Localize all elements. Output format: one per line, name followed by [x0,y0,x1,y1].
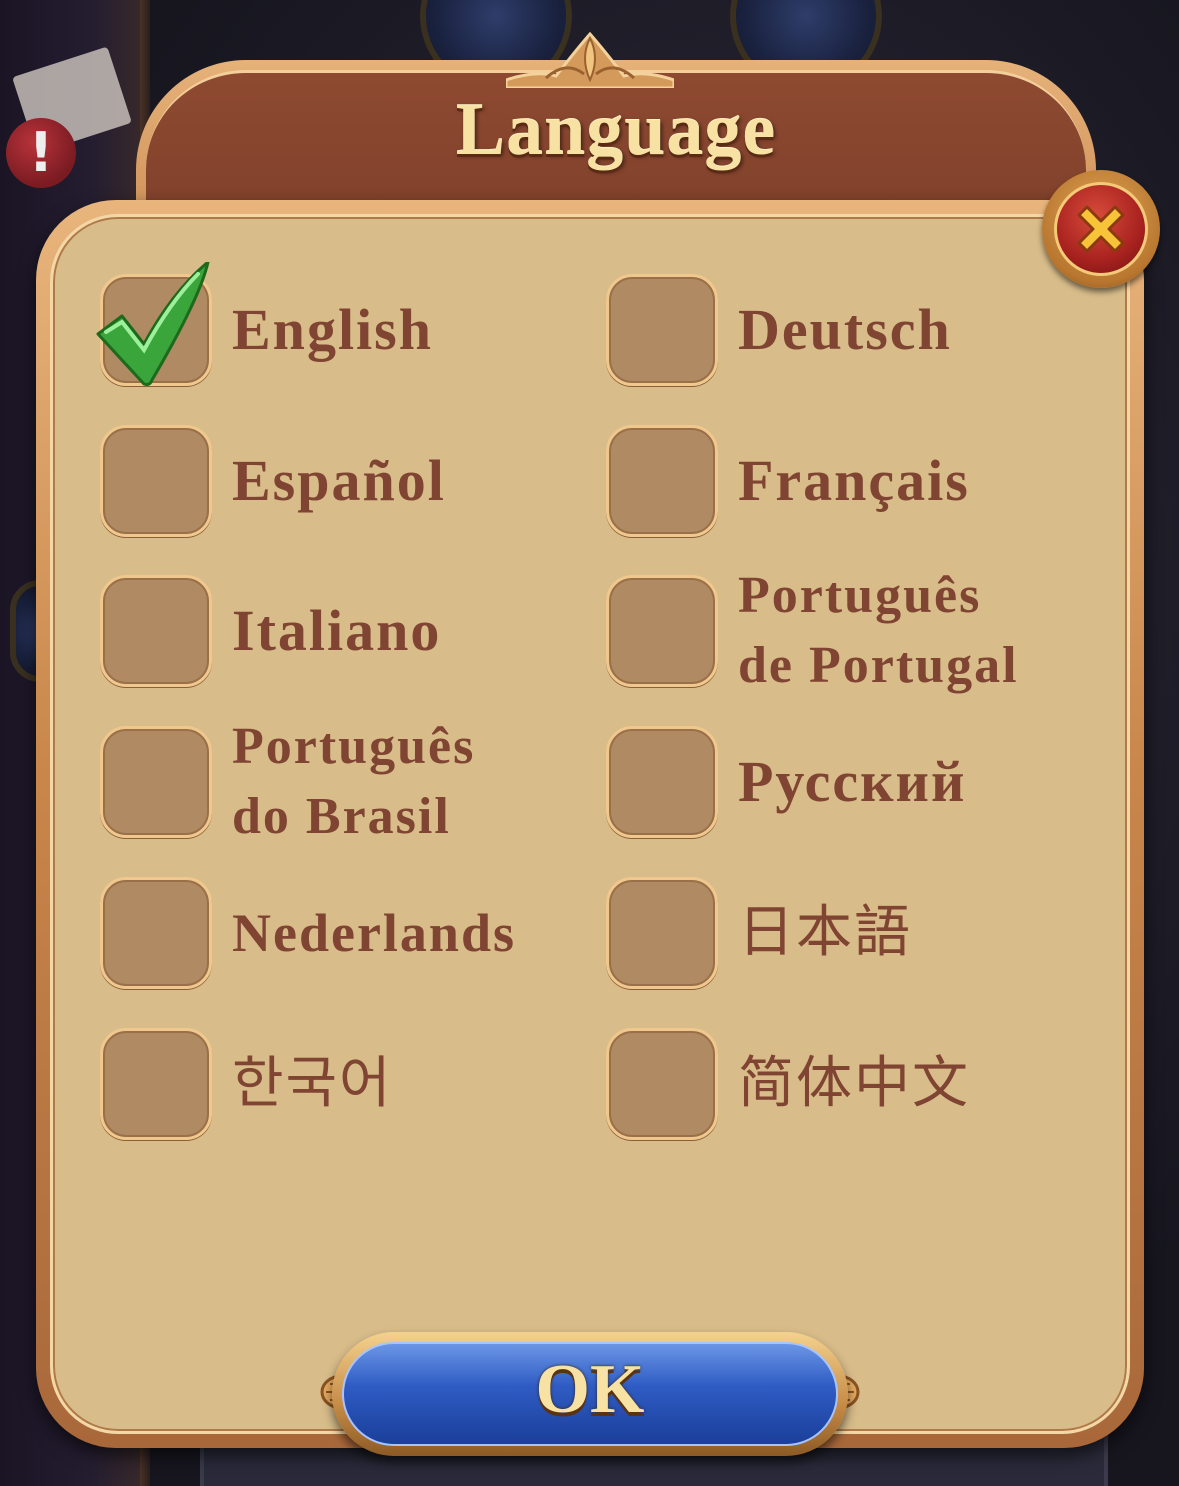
checkbox[interactable] [100,425,212,537]
language-option-english[interactable]: English [96,262,560,386]
language-option-espanol[interactable]: Español [100,425,560,537]
language-label: Deutsch [738,297,952,362]
language-option-italiano[interactable]: Italiano [100,575,560,687]
checkbox[interactable] [100,726,212,838]
checkbox[interactable] [100,575,212,687]
language-label: Nederlands [232,903,517,963]
checkbox[interactable] [606,274,718,386]
checkbox[interactable] [606,425,718,537]
language-option-russian[interactable]: Русский [606,726,1076,838]
language-dialog: Language English Deutsch Español Françai… [36,30,1160,1456]
checkbox[interactable] [606,726,718,838]
language-label: Italiano [232,598,442,663]
checkbox[interactable] [606,575,718,687]
language-label: Português do Brasil [232,718,476,845]
ok-button-label: OK [535,1351,645,1428]
checkbox[interactable] [100,1028,212,1140]
language-option-deutsch[interactable]: Deutsch [606,274,1076,386]
language-option-korean[interactable]: 한국어 [100,1028,560,1140]
ok-button[interactable]: OK [332,1332,848,1456]
dialog-title: Language [455,89,777,171]
title-ornament-icon [506,31,674,88]
language-option-nederlands[interactable]: Nederlands [100,877,560,989]
language-label: 한국어 [232,1051,393,1116]
language-label: Русский [738,749,967,814]
language-label: 日本語 [738,900,912,965]
checkbox[interactable] [606,1028,718,1140]
game-screen: ! Language English Deutsch Español Franç… [0,0,1179,1486]
language-option-japanese[interactable]: 日本語 [606,877,1076,989]
language-label: English [232,297,433,362]
language-label: Français [738,448,970,513]
checkbox[interactable] [606,877,718,989]
language-option-portugues-portugal[interactable]: Português de Portugal [606,567,1076,694]
language-label: Português de Portugal [738,567,1019,694]
language-option-francais[interactable]: Français [606,425,1076,537]
language-label: 简体中文 [738,1051,970,1116]
close-button[interactable] [1042,170,1160,288]
checkmark-icon [96,262,210,386]
language-label: Español [232,448,446,513]
language-option-simplified-chinese[interactable]: 简体中文 [606,1028,1076,1140]
checkbox[interactable] [100,877,212,989]
close-x-icon [1077,205,1125,253]
language-option-portugues-brasil[interactable]: Português do Brasil [100,718,560,845]
